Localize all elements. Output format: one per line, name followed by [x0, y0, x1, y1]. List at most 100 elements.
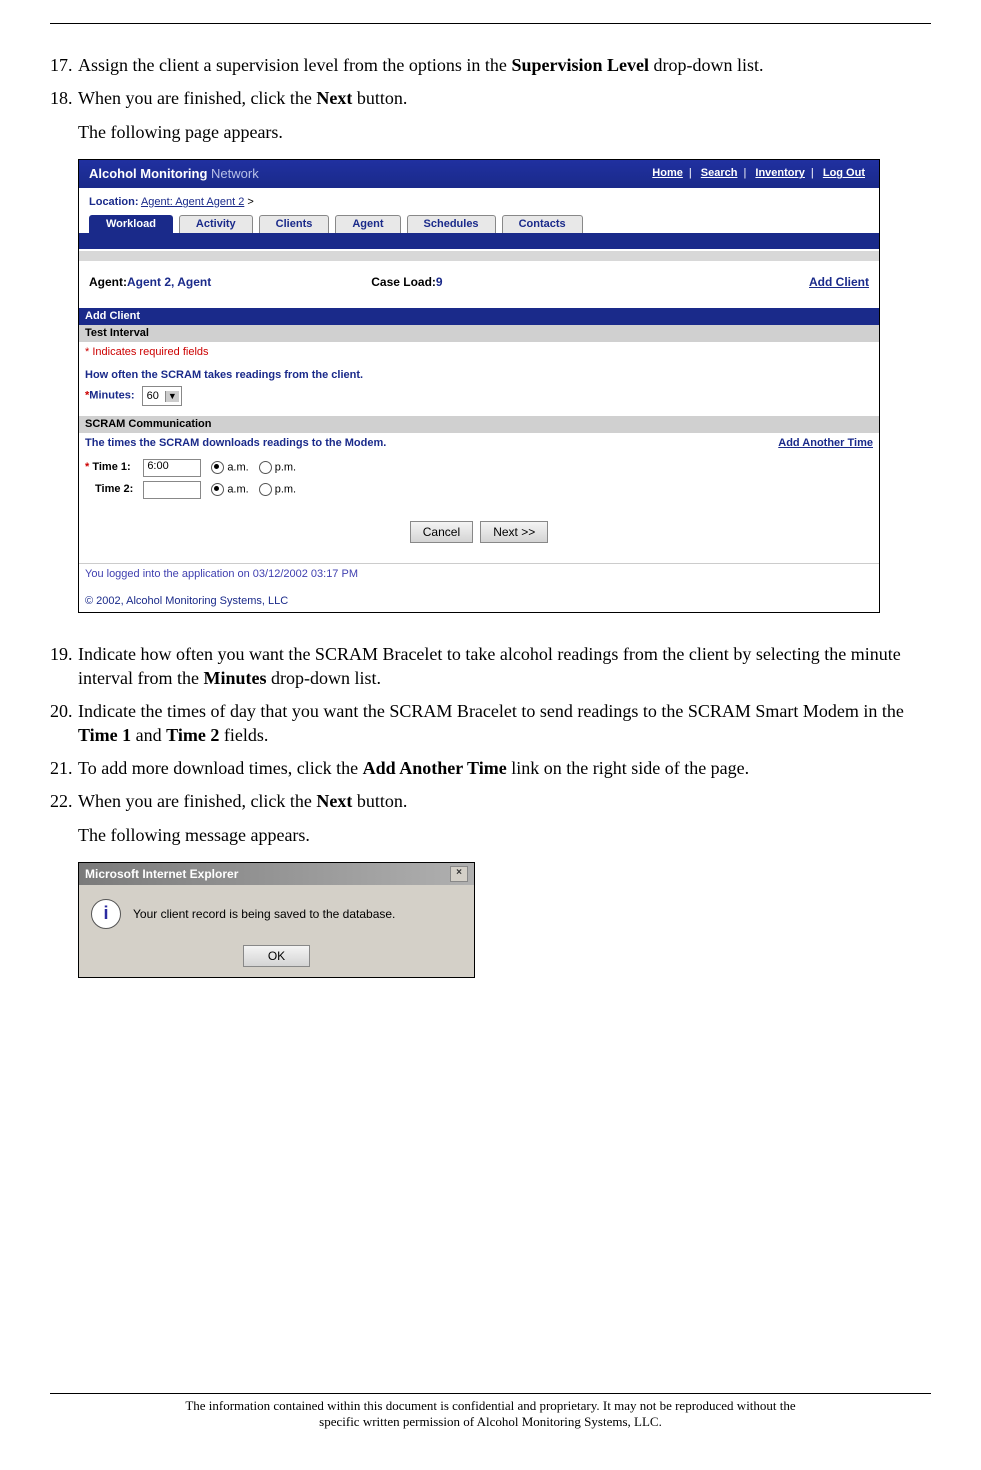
- step-num: 21.: [50, 757, 78, 780]
- step-text: button.: [352, 88, 407, 108]
- time2-input[interactable]: [143, 481, 201, 499]
- agent-label: Agent:: [89, 275, 127, 289]
- app-title-bold: Alcohol Monitoring: [89, 166, 207, 181]
- pm-label: p.m.: [275, 483, 296, 495]
- location-suffix: >: [244, 196, 253, 208]
- caseload-value: 9: [436, 275, 443, 289]
- minutes-label: Minutes:: [89, 390, 134, 402]
- step-text: button.: [352, 791, 407, 811]
- step-bold: Add Another Time: [363, 758, 507, 778]
- tab-agent[interactable]: Agent: [335, 215, 400, 233]
- time1-input[interactable]: 6:00: [143, 459, 201, 477]
- caseload-label: Case Load:: [371, 275, 436, 289]
- info-icon: i: [91, 899, 121, 929]
- times-table: * Time 1: 6:00 a.m. p.m. Time 2: a.m. p.…: [85, 457, 306, 501]
- step-text: When you are finished, click the: [78, 791, 316, 811]
- agent-row: Agent: Agent 2, Agent Case Load: 9 Add C…: [79, 261, 879, 307]
- step-bold: Time 1: [78, 725, 131, 745]
- step-text: Assign the client a supervision level fr…: [78, 55, 511, 75]
- nav-inventory[interactable]: Inventory: [751, 167, 809, 179]
- cancel-button[interactable]: Cancel: [410, 521, 473, 543]
- time1-am-radio[interactable]: [211, 461, 224, 474]
- step-subtext: The following message appears.: [78, 824, 931, 847]
- footer: The information contained within this do…: [50, 1393, 931, 1430]
- agent-value: Agent 2, Agent: [127, 275, 211, 289]
- am-label: a.m.: [227, 483, 248, 495]
- step-num: 17.: [50, 54, 78, 77]
- step-18: 18.When you are finished, click the Next…: [78, 87, 931, 144]
- next-button[interactable]: Next >>: [480, 521, 548, 543]
- step-19: 19.Indicate how often you want the SCRAM…: [78, 643, 931, 690]
- step-text: drop-down list.: [649, 55, 764, 75]
- minutes-select[interactable]: 60 ▼: [142, 386, 182, 406]
- tab-contacts[interactable]: Contacts: [502, 215, 583, 233]
- copyright: © 2002, Alcohol Monitoring Systems, LLC: [79, 591, 879, 612]
- section-test-interval: Test Interval: [79, 325, 879, 342]
- sub-bar: [79, 251, 879, 261]
- interval-desc: How often the SCRAM takes readings from …: [85, 369, 873, 382]
- step-21: 21.To add more download times, click the…: [78, 757, 931, 780]
- time1-pm-radio[interactable]: [259, 461, 272, 474]
- step-text: drop-down list.: [266, 668, 381, 688]
- button-row: Cancel Next >>: [79, 511, 879, 563]
- location-row: Location: Agent: Agent Agent 2 >: [79, 188, 879, 215]
- dialog-titlebar: Microsoft Internet Explorer ×: [79, 863, 474, 885]
- ok-button[interactable]: OK: [243, 945, 310, 967]
- step-subtext: The following page appears.: [78, 121, 931, 144]
- step-text: link on the right side of the page.: [507, 758, 749, 778]
- comm-desc: The times the SCRAM downloads readings t…: [85, 437, 386, 450]
- time2-pm-radio[interactable]: [259, 483, 272, 496]
- nav-logout[interactable]: Log Out: [819, 167, 869, 179]
- tab-workload[interactable]: Workload: [89, 215, 173, 233]
- step-bold: Next: [316, 791, 352, 811]
- step-num: 20.: [50, 700, 78, 723]
- step-mid: and: [131, 725, 166, 745]
- step-text: When you are finished, click the: [78, 88, 316, 108]
- app-title-light: Network: [207, 166, 258, 181]
- nav-links: Home| Search| Inventory| Log Out: [648, 167, 869, 180]
- header-rule: [50, 23, 931, 24]
- section-add-client: Add Client: [79, 308, 879, 325]
- dialog-title: Microsoft Internet Explorer: [85, 867, 238, 881]
- step-text: Indicate the times of day that you want …: [78, 701, 904, 721]
- step-num: 18.: [50, 87, 78, 110]
- nav-home[interactable]: Home: [648, 167, 687, 179]
- step-bold: Time 2: [166, 725, 219, 745]
- step-20: 20.Indicate the times of day that you wa…: [78, 700, 931, 747]
- required-note: * Indicates required fields: [85, 346, 873, 359]
- location-link[interactable]: Agent: Agent Agent 2: [141, 196, 244, 208]
- tab-bar: [79, 233, 879, 249]
- nav-search[interactable]: Search: [697, 167, 742, 179]
- step-bold: Supervision Level: [511, 55, 649, 75]
- step-bold: Next: [316, 88, 352, 108]
- time2-am-radio[interactable]: [211, 483, 224, 496]
- dialog-figure: Microsoft Internet Explorer × i Your cli…: [78, 862, 475, 978]
- required-star: *: [85, 461, 89, 473]
- time1-row: * Time 1: 6:00 a.m. p.m.: [85, 457, 306, 479]
- time2-label: Time 2:: [95, 483, 133, 495]
- add-client-link[interactable]: Add Client: [809, 275, 869, 289]
- time1-label: Time 1:: [92, 461, 130, 473]
- step-num: 22.: [50, 790, 78, 813]
- pm-label: p.m.: [275, 461, 296, 473]
- page-number: 13: [50, 0, 931, 1]
- add-another-time-link[interactable]: Add Another Time: [778, 437, 873, 450]
- step-text: To add more download times, click the: [78, 758, 363, 778]
- app-title: Alcohol Monitoring Network: [89, 166, 259, 182]
- time2-row: Time 2: a.m. p.m.: [85, 479, 306, 501]
- minutes-value: 60: [147, 390, 159, 403]
- footer-line2: specific written permission of Alcohol M…: [50, 1414, 931, 1430]
- tab-schedules[interactable]: Schedules: [407, 215, 496, 233]
- tab-clients[interactable]: Clients: [259, 215, 330, 233]
- tab-activity[interactable]: Activity: [179, 215, 253, 233]
- step-17: 17.Assign the client a supervision level…: [78, 54, 931, 77]
- dropdown-arrow-icon: ▼: [165, 391, 179, 402]
- step-text: fields.: [219, 725, 268, 745]
- dialog-message: Your client record is being saved to the…: [133, 907, 395, 921]
- login-note: You logged into the application on 03/12…: [79, 563, 879, 591]
- app-header: Alcohol Monitoring Network Home| Search|…: [79, 160, 879, 188]
- section-comm: SCRAM Communication: [79, 416, 879, 433]
- location-label: Location:: [89, 196, 139, 208]
- close-icon[interactable]: ×: [450, 866, 468, 882]
- step-bold: Minutes: [203, 668, 266, 688]
